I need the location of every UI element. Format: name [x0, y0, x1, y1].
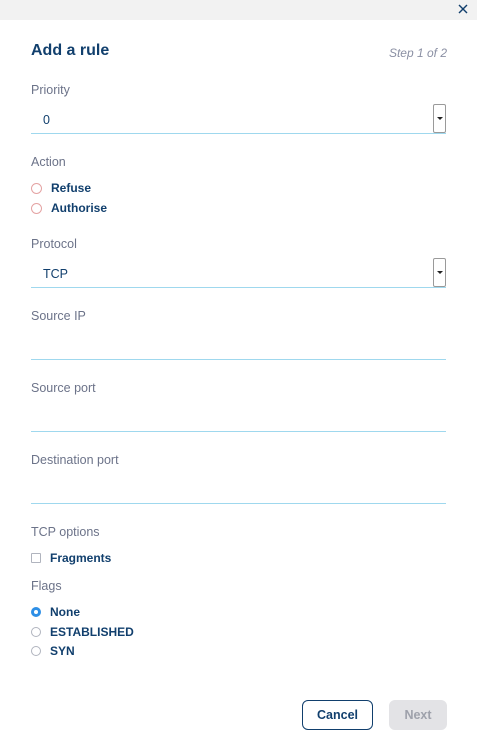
- action-option-refuse[interactable]: Refuse: [31, 181, 91, 195]
- fragments-label: Fragments: [50, 551, 112, 565]
- flags-label: Flags: [31, 579, 62, 593]
- page-title: Add a rule: [31, 42, 110, 59]
- protocol-select[interactable]: TCP: [31, 258, 446, 288]
- flags-option-label: ESTABLISHED: [50, 625, 134, 639]
- next-button[interactable]: Next: [389, 700, 447, 730]
- flags-option-established[interactable]: ESTABLISHED: [31, 625, 134, 639]
- step-indicator: Step 1 of 2: [388, 46, 447, 60]
- panel-top-bar: [0, 0, 477, 20]
- source-ip-label: Source IP: [31, 309, 86, 323]
- cancel-button[interactable]: Cancel: [302, 700, 373, 730]
- radio-syn[interactable]: [31, 646, 41, 656]
- source-port-label: Source port: [31, 381, 96, 395]
- fragments-option[interactable]: Fragments: [31, 551, 111, 565]
- radio-none-selected[interactable]: [31, 607, 41, 617]
- destination-port-input[interactable]: [31, 477, 446, 504]
- flags-option-label: None: [50, 605, 80, 619]
- source-port-input[interactable]: [31, 405, 446, 432]
- radio-authorise[interactable]: [31, 202, 42, 214]
- radio-established[interactable]: [31, 627, 41, 637]
- caret-down-icon[interactable]: [433, 104, 446, 133]
- caret-down-icon[interactable]: [433, 258, 446, 287]
- source-ip-input[interactable]: [31, 333, 446, 360]
- action-option-label: Authorise: [51, 201, 108, 215]
- add-rule-panel: Add a rule Step 1 of 2 Priority 0 Action…: [0, 0, 477, 755]
- flags-option-none[interactable]: None: [31, 605, 80, 619]
- priority-select[interactable]: 0: [31, 104, 446, 134]
- close-button[interactable]: [456, 2, 470, 16]
- protocol-label: Protocol: [31, 237, 77, 251]
- action-option-authorise[interactable]: Authorise: [31, 201, 107, 215]
- radio-refuse[interactable]: [31, 182, 42, 194]
- action-option-label: Refuse: [51, 181, 92, 195]
- flags-option-syn[interactable]: SYN: [31, 644, 75, 658]
- tcp-options-label: TCP options: [31, 525, 100, 539]
- destination-port-label: Destination port: [31, 453, 119, 467]
- action-label: Action: [31, 155, 66, 169]
- flags-option-label: SYN: [50, 644, 75, 658]
- priority-value: 0: [43, 113, 50, 127]
- protocol-value: TCP: [43, 267, 68, 281]
- fragments-checkbox[interactable]: [31, 553, 41, 563]
- priority-label: Priority: [31, 83, 70, 97]
- close-icon: [458, 4, 468, 14]
